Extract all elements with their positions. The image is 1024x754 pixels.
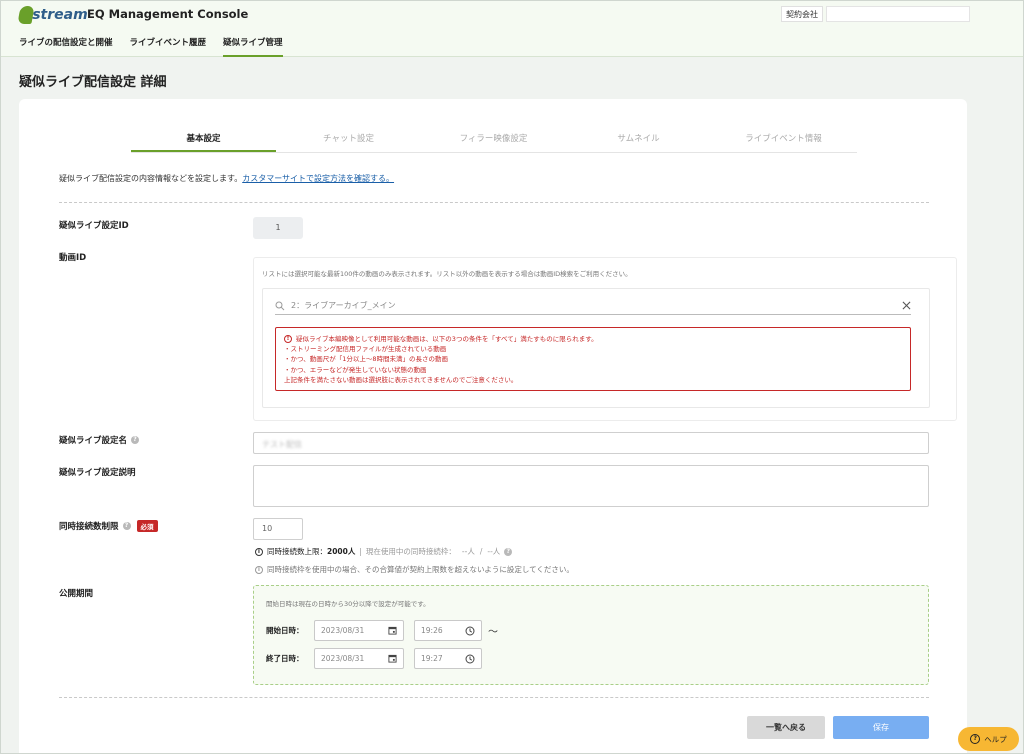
end-label: 終了日時： (266, 654, 304, 663)
save-button[interactable]: 保存 (833, 716, 929, 739)
settings-card: 基本設定 チャット設定 フィラー映像設定 サムネイル ライブイベント情報 疑似ラ… (19, 99, 967, 753)
info-icon: i (255, 565, 263, 574)
warning-line: ・かつ、動画尺が「1分以上～8時間未満」の長さの動画 (284, 355, 449, 364)
help-icon[interactable]: ? (131, 436, 140, 444)
end-date-input[interactable]: 2023/08/31 (314, 648, 404, 669)
help-link[interactable]: カスタマーサイトで設定方法を確認する。 (242, 174, 394, 183)
period-label: 公開期間 (59, 589, 94, 599)
close-icon[interactable] (902, 301, 911, 310)
setting-id-label: 疑似ライブ設定ID (59, 221, 129, 231)
tab-filler[interactable]: フィラー映像設定 (421, 127, 566, 152)
video-list-note: リストには選択可能な最新100件の動画のみ表示されます。リスト以外の動画を表示す… (262, 270, 632, 278)
calendar-icon (388, 626, 397, 635)
tab-bar: 基本設定 チャット設定 フィラー映像設定 サムネイル ライブイベント情報 (131, 127, 857, 153)
limit-info: i 同時接続数上限： 2000人 | 現在使用中の同時接続枠： --人 / --人… (255, 546, 513, 557)
section-description: 疑似ライブ配信設定の内容情報などを設定します。カスタマーサイトで設定方法を確認す… (59, 173, 394, 184)
contract-label: 契約会社 (781, 6, 823, 22)
concurrent-limit-label: 同時接続数制限? 必須 (59, 520, 158, 532)
help-button[interactable]: ? ヘルプ (958, 727, 1019, 751)
period-note: 開始日時は現在の日時から30分以降で設定が可能です。 (266, 600, 430, 608)
start-date-input[interactable]: 2023/08/31 (314, 620, 404, 641)
video-search-panel: 2：ライブアーカイブ_メイン ! 疑似ライブ本編映像として利用可能な動画は、以下の… (262, 288, 930, 408)
setting-name-value: テスト配信 (262, 440, 302, 449)
app-title: EQ Management Console (87, 7, 249, 21)
contract-selector: 契約会社 (781, 6, 970, 22)
divider (59, 202, 929, 203)
tab-chat[interactable]: チャット設定 (276, 127, 421, 152)
video-warning: ! 疑似ライブ本編映像として利用可能な動画は、以下の3つの条件を「すべて」満たすも… (275, 327, 911, 391)
warning-title: 疑似ライブ本編映像として利用可能な動画は、以下の3つの条件を「すべて」満たすもの… (296, 335, 598, 343)
nav-item-pseudo-live[interactable]: 疑似ライブ管理 (223, 34, 283, 57)
calendar-icon (388, 654, 397, 663)
video-search-input[interactable]: 2：ライブアーカイブ_メイン (275, 297, 911, 315)
in-use-value: --人 (461, 547, 475, 556)
logo[interactable]: Jstream (17, 5, 88, 25)
warning-line: ・かつ、エラーなどが発生していない状態の動画 (284, 365, 427, 374)
period-panel: 開始日時は現在の日時から30分以降で設定が可能です。 開始日時： 2023/08… (253, 585, 929, 685)
description-text: 疑似ライブ配信設定の内容情報などを設定します。 (59, 174, 243, 183)
tab-thumbnail[interactable]: サムネイル (566, 127, 711, 152)
required-badge: 必須 (136, 520, 158, 532)
range-separator: ～ (488, 627, 498, 638)
alert-icon: ! (284, 335, 292, 344)
in-use-total: --人 (487, 547, 501, 556)
start-label: 開始日時： (266, 626, 304, 635)
limit-value: 2000人 (327, 547, 356, 556)
nav-item-live-settings[interactable]: ライブの配信設定と開催 (19, 34, 113, 57)
start-time-input[interactable]: 19:26 (414, 620, 482, 641)
setting-description-label: 疑似ライブ設定説明 (59, 468, 136, 478)
start-row: 開始日時： 2023/08/31 19:26 ～ (266, 620, 498, 641)
warning-line: 上記条件を満たさない動画は選択肢に表示されてきませんのでご注意ください。 (284, 375, 518, 384)
info-icon: i (255, 547, 263, 556)
end-time-input[interactable]: 19:27 (414, 648, 482, 669)
setting-name-label: 疑似ライブ設定名? (59, 434, 140, 446)
nav-item-live-history[interactable]: ライブイベント履歴 (130, 34, 207, 57)
back-to-list-button[interactable]: 一覧へ戻る (747, 716, 825, 739)
contract-field[interactable] (826, 6, 970, 22)
help-icon[interactable]: ? (504, 547, 513, 556)
end-row: 終了日時： 2023/08/31 19:27 (266, 648, 482, 669)
tab-basic[interactable]: 基本設定 (131, 127, 276, 152)
video-id-label: 動画ID (59, 253, 87, 263)
divider (59, 697, 929, 698)
clock-icon (465, 654, 475, 663)
header: Jstream EQ Management Console 契約会社 ライブの配… (1, 1, 1023, 57)
setting-name-input[interactable]: テスト配信 (253, 432, 929, 454)
question-icon: ? (970, 734, 981, 744)
setting-id-value: 1 (253, 217, 303, 239)
main-nav: ライブの配信設定と開催 ライブイベント履歴 疑似ライブ管理 (19, 34, 300, 57)
video-select-panel: リストには選択可能な最新100件の動画のみ表示されます。リスト以外の動画を表示す… (253, 257, 957, 421)
logo-text: Jstream (27, 7, 88, 23)
concurrent-limit-input[interactable]: 10 (253, 518, 303, 540)
tab-live-event-info[interactable]: ライブイベント情報 (711, 127, 856, 152)
search-value: 2：ライブアーカイブ_メイン (291, 301, 396, 310)
help-icon[interactable]: ? (122, 522, 131, 530)
app-window: Jstream EQ Management Console 契約会社 ライブの配… (0, 0, 1024, 754)
search-icon (275, 301, 285, 310)
warning-line: ・ストリーミング配信用ファイルが生成されている動画 (284, 345, 447, 354)
clock-icon (465, 626, 475, 635)
limit-note: i 同時接続枠を使用中の場合、その合算値が契約上限数を超えないように設定してくだ… (255, 564, 574, 575)
setting-description-textarea[interactable] (253, 465, 929, 507)
page-title: 疑似ライブ配信設定 詳細 (19, 75, 167, 90)
